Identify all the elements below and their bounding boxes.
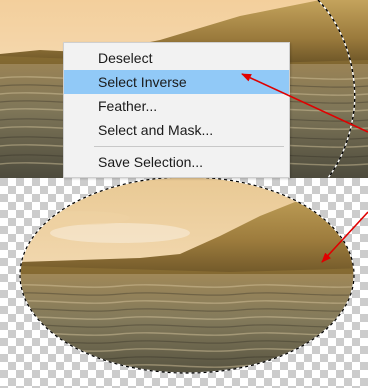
menu-item-select-inverse[interactable]: Select Inverse bbox=[64, 70, 289, 94]
menu-item-save-selection[interactable]: Save Selection... bbox=[64, 150, 289, 174]
menu-item-deselect[interactable]: Deselect bbox=[64, 46, 289, 70]
menu-item-select-and-mask[interactable]: Select and Mask... bbox=[64, 118, 289, 142]
canvas-result bbox=[0, 178, 368, 388]
menu-separator bbox=[94, 146, 284, 147]
menu-item-feather[interactable]: Feather... bbox=[64, 94, 289, 118]
context-menu: Deselect Select Inverse Feather... Selec… bbox=[63, 42, 290, 178]
landscape-photo-result bbox=[0, 178, 368, 388]
